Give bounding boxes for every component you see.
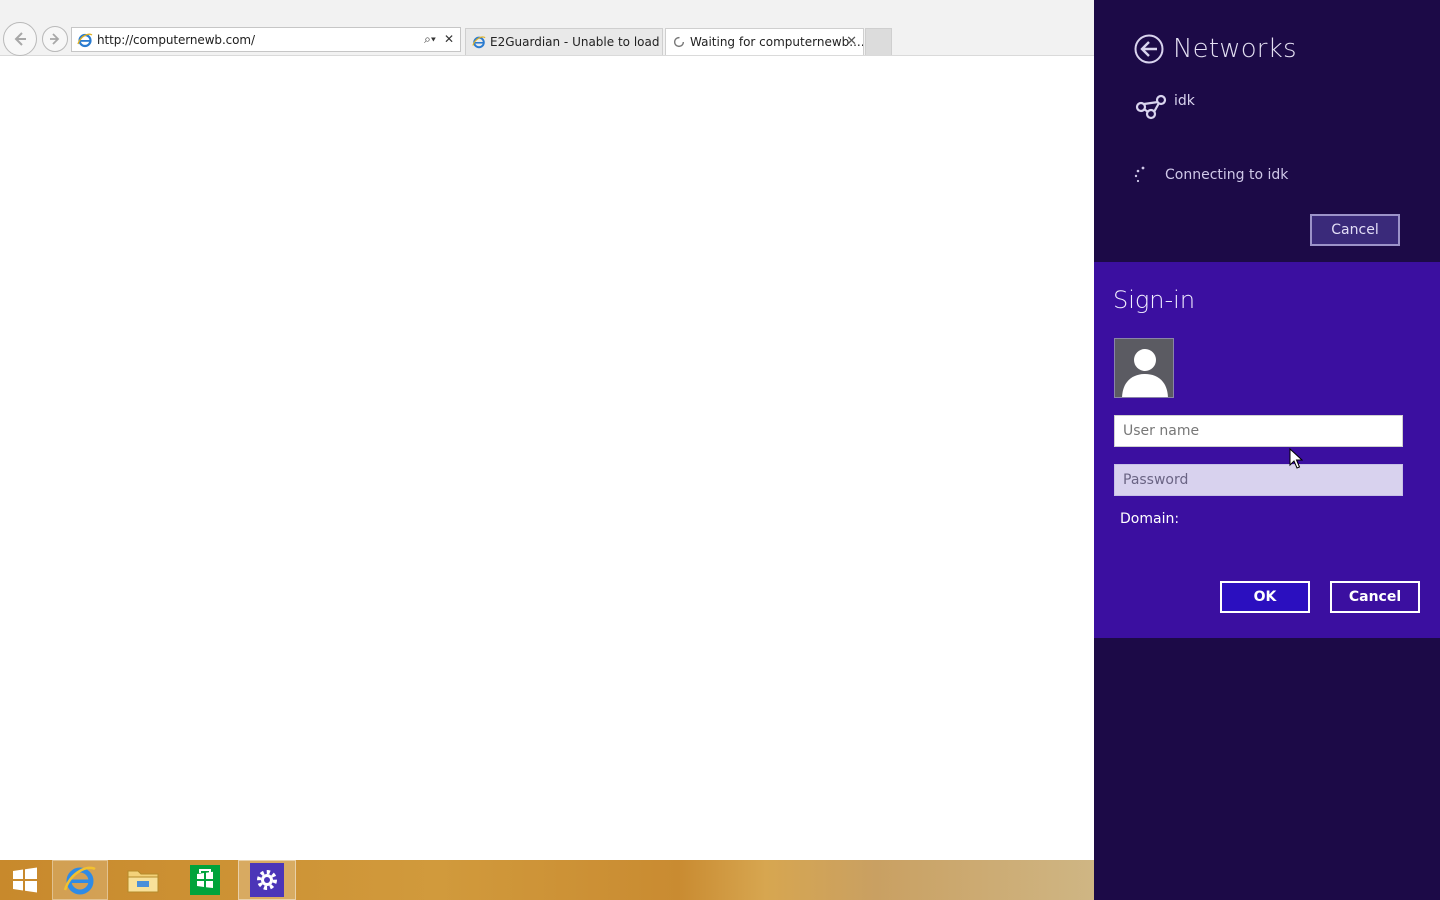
tab-e2guardian[interactable]: E2Guardian - Unable to load w...	[465, 28, 663, 55]
forward-button[interactable]	[42, 26, 68, 52]
start-button[interactable]	[0, 860, 50, 900]
page-content	[0, 56, 1094, 860]
address-bar[interactable]: http://computernewb.com/ ⌕▾ ✕	[71, 27, 461, 52]
back-arrow-icon[interactable]	[1134, 34, 1164, 64]
taskbar-store[interactable]	[176, 860, 234, 900]
ok-button[interactable]: OK	[1220, 581, 1310, 613]
network-name: idk	[1174, 93, 1195, 109]
user-icon	[1122, 349, 1168, 397]
signin-title: Sign-in	[1113, 286, 1196, 314]
back-arrow-icon	[14, 32, 26, 46]
network-item[interactable]: idk	[1134, 90, 1195, 120]
mouse-cursor-icon	[1289, 448, 1303, 469]
tab-waiting[interactable]: Waiting for computernewb.... ✕	[665, 28, 864, 55]
tab-label: Waiting for computernewb....	[690, 35, 864, 49]
start-icon	[13, 867, 37, 893]
taskbar-internet-explorer[interactable]	[52, 860, 108, 900]
tab-close-icon[interactable]: ✕	[846, 34, 857, 49]
back-button[interactable]	[3, 22, 37, 56]
internet-explorer-icon	[63, 866, 96, 895]
browser-toolbar: http://computernewb.com/ ⌕▾ ✕ E2Guardian…	[0, 0, 1094, 56]
tab-label: E2Guardian - Unable to load w...	[490, 35, 662, 49]
taskbar	[0, 860, 1094, 900]
signin-cancel-button[interactable]: Cancel	[1330, 581, 1420, 613]
search-icon[interactable]: ⌕▾	[424, 32, 436, 47]
settings-icon	[250, 863, 284, 897]
browser-window: http://computernewb.com/ ⌕▾ ✕ E2Guardian…	[0, 0, 1094, 860]
taskbar-settings[interactable]	[238, 860, 296, 900]
connecting-text: Connecting to idk	[1165, 167, 1289, 183]
username-input[interactable]	[1114, 415, 1403, 447]
domain-label: Domain:	[1120, 511, 1180, 527]
networks-title: Networks	[1173, 34, 1297, 64]
password-input[interactable]	[1114, 464, 1403, 496]
file-explorer-icon	[127, 870, 159, 893]
networks-panel: Networks idk Connecting to idk Cancel Si…	[1094, 0, 1440, 900]
signin-dialog: Sign-in Domain: OK Cancel	[1094, 262, 1440, 638]
loading-dots-icon	[1134, 166, 1145, 183]
new-tab-button[interactable]	[865, 28, 892, 55]
forward-arrow-icon	[50, 33, 60, 45]
taskbar-file-explorer[interactable]	[114, 860, 172, 900]
stop-icon[interactable]: ✕	[444, 32, 454, 47]
connecting-status: Connecting to idk	[1134, 165, 1288, 185]
address-url: http://computernewb.com/	[97, 32, 255, 47]
store-icon	[190, 865, 220, 895]
avatar	[1114, 338, 1174, 398]
ie-page-icon	[472, 36, 486, 49]
network-cancel-button[interactable]: Cancel	[1310, 214, 1400, 246]
ie-page-icon	[77, 33, 93, 47]
loading-spinner-icon	[673, 36, 685, 48]
networks-header: Networks	[1134, 34, 1297, 64]
wifi-network-icon	[1135, 94, 1167, 120]
